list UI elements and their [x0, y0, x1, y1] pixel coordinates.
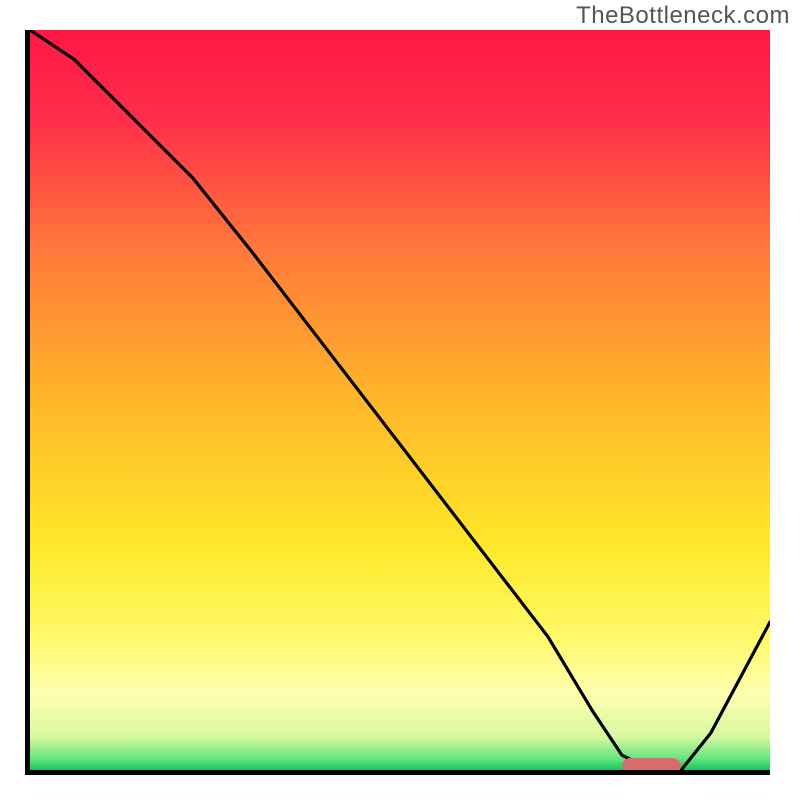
bottleneck-curve	[30, 30, 770, 770]
watermark-text: TheBottleneck.com	[576, 2, 790, 30]
plot-area	[30, 30, 770, 770]
chart-container: TheBottleneck.com	[0, 0, 800, 800]
y-axis	[25, 30, 30, 775]
x-axis	[30, 770, 770, 775]
